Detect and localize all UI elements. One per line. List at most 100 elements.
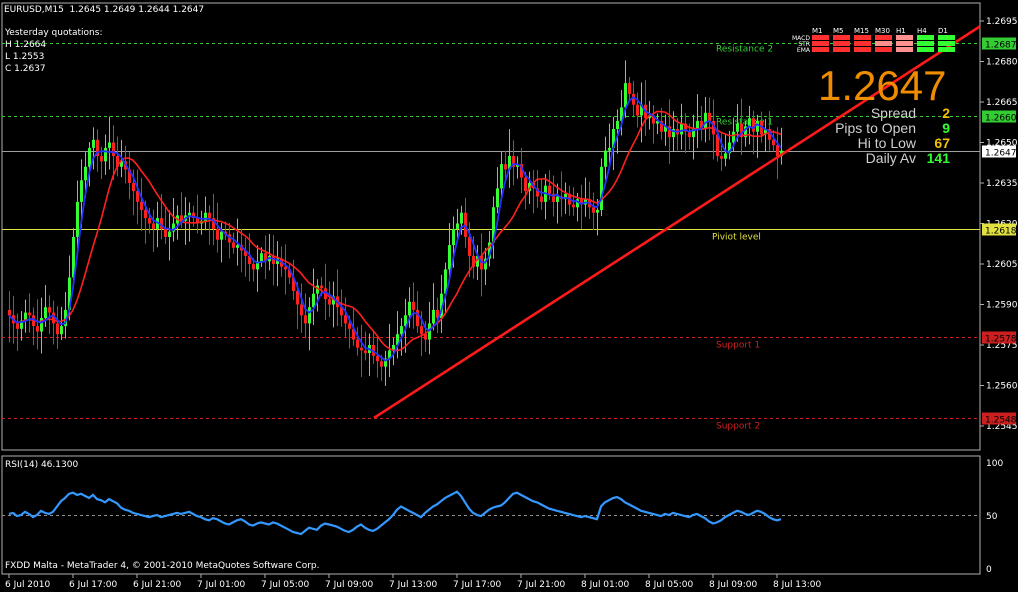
candle <box>664 114 667 146</box>
signal-timeframe-label: D1 <box>938 27 948 35</box>
candle <box>604 136 607 180</box>
candle-body <box>420 326 423 335</box>
candle-body <box>408 301 411 316</box>
candle-body <box>80 180 83 202</box>
candle-body <box>724 153 727 159</box>
candle <box>240 228 243 273</box>
candle-body <box>208 212 211 219</box>
spread-label: Spread <box>870 105 916 121</box>
candle-body <box>540 196 543 202</box>
candle-body <box>56 323 59 335</box>
candle <box>668 99 671 164</box>
price-tick-label: 1.2665 <box>986 98 1018 108</box>
signal-cell <box>875 47 892 52</box>
candle-body <box>596 210 599 213</box>
daily-av-label: Daily Av <box>865 150 916 166</box>
candle <box>268 233 271 271</box>
info-row-daily-av: Daily Av 141 <box>790 150 950 166</box>
time-tick-label: 7 Jul 13:00 <box>389 580 438 590</box>
candle-body <box>556 196 559 202</box>
candle-body <box>356 339 359 348</box>
price-tick-label: 1.2635 <box>986 179 1018 189</box>
candle <box>300 283 303 333</box>
candle <box>600 158 603 217</box>
price-tag-label: 1.2578 <box>985 335 1017 345</box>
candle <box>276 241 279 287</box>
candle <box>64 291 67 339</box>
level-label: Piviot level <box>712 233 761 243</box>
signal-cell <box>812 35 829 40</box>
signal-cell <box>896 41 913 46</box>
candle <box>32 307 35 346</box>
candle-body <box>468 237 471 256</box>
rsi-line <box>8 490 782 536</box>
price-tag-label: 1.2618 <box>985 227 1017 237</box>
candle-body <box>104 147 107 162</box>
info-row-spread: Spread 2 <box>790 105 950 121</box>
candle <box>560 171 563 217</box>
signal-cell <box>812 41 829 46</box>
signal-cell <box>875 35 892 40</box>
candle-body <box>380 361 383 367</box>
candle <box>496 167 499 214</box>
candle-body <box>308 307 311 324</box>
candle-body <box>752 118 755 132</box>
candle <box>512 140 515 186</box>
signal-timeframe-label: H1 <box>896 27 906 35</box>
signal-cell <box>812 47 829 52</box>
candle <box>640 82 643 143</box>
candle <box>716 121 719 162</box>
candle <box>516 156 519 179</box>
candle-body <box>148 218 151 224</box>
time-tick-label: 7 Jul 09:00 <box>325 580 374 590</box>
daily-av-value: 141 <box>926 150 950 166</box>
candle <box>96 129 99 172</box>
candle-body <box>376 355 379 362</box>
rsi-label: RSI(14) 46.1300 <box>5 460 79 470</box>
candle <box>372 331 375 364</box>
candle <box>360 324 363 377</box>
candle-body <box>704 112 707 129</box>
candle <box>36 299 39 350</box>
candle <box>592 192 595 231</box>
candle <box>48 295 51 334</box>
time-tick-label: 8 Jul 05:00 <box>645 580 694 590</box>
hi-to-low-label: Hi to Low <box>857 135 916 151</box>
candle <box>508 129 511 188</box>
price-tag-label: 1.2647 <box>985 149 1017 159</box>
candle <box>432 283 435 331</box>
candle-body <box>628 83 631 94</box>
candle-body <box>300 304 303 316</box>
candle <box>272 235 275 286</box>
candle <box>24 299 27 333</box>
candle <box>632 80 635 118</box>
candle <box>480 233 483 297</box>
candle-body <box>188 212 191 216</box>
candle <box>684 113 687 154</box>
candle <box>464 197 467 248</box>
candle <box>104 134 107 175</box>
candle-body <box>328 299 331 305</box>
candle <box>20 311 23 341</box>
yesterday-label: Yesterday quotations: <box>5 28 103 38</box>
candle-body <box>8 309 11 316</box>
candle <box>384 350 387 386</box>
candle <box>748 106 751 145</box>
candle-body <box>688 131 691 138</box>
candle <box>344 297 347 337</box>
signal-cell <box>938 47 955 52</box>
time-tick-label: 7 Jul 01:00 <box>197 580 246 590</box>
candle-body <box>36 326 39 332</box>
candle-body <box>524 177 527 192</box>
candle-body <box>732 131 735 143</box>
candle-body <box>140 201 143 210</box>
candle <box>568 185 571 216</box>
rsi-tick-label: 100 <box>986 459 1003 469</box>
level-label: Support 1 <box>716 341 760 351</box>
signal-cell <box>833 35 850 40</box>
signal-cell <box>917 47 934 52</box>
candle <box>304 293 307 339</box>
candle <box>108 116 111 170</box>
candle-body <box>252 264 255 270</box>
signal-cell <box>833 41 850 46</box>
